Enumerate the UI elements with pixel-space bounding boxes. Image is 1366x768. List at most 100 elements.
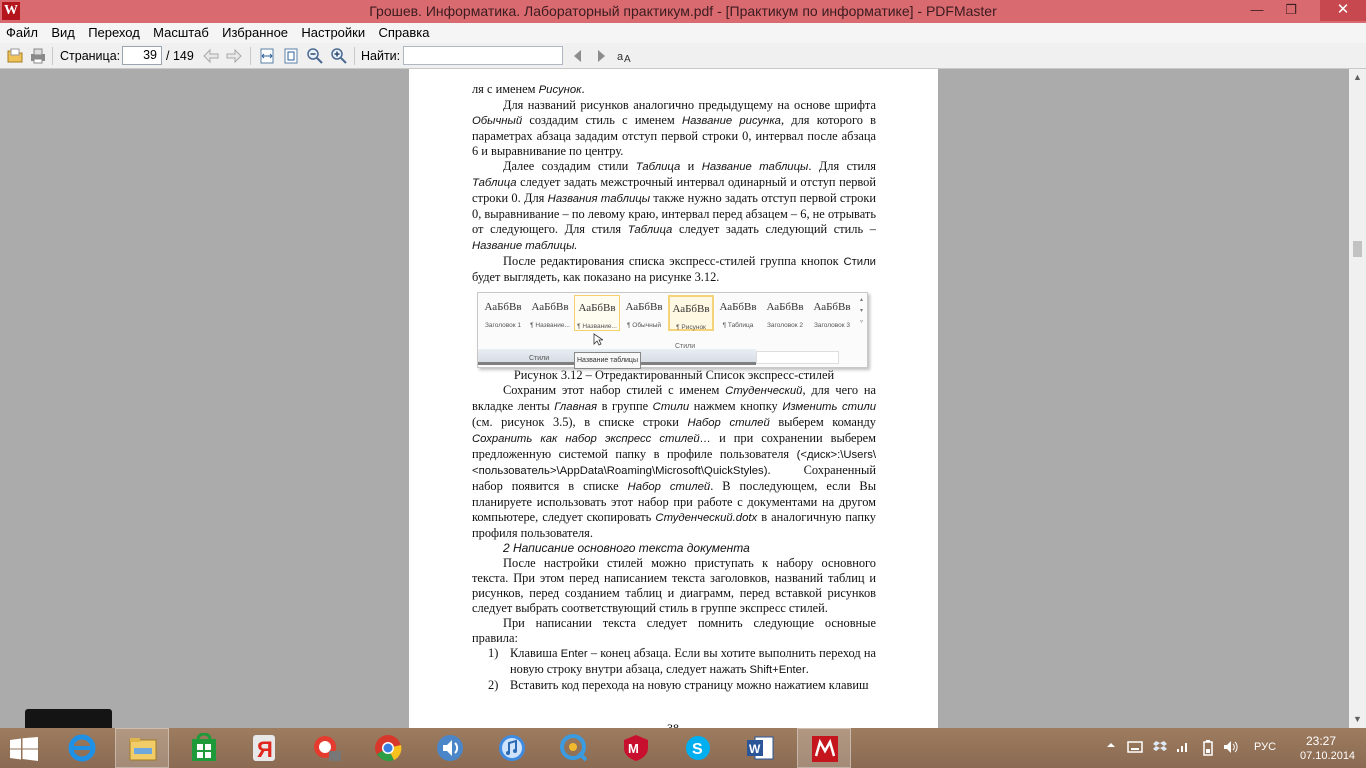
- forward-arrow-icon[interactable]: [225, 47, 243, 65]
- taskbar-skype[interactable]: S: [671, 728, 725, 768]
- clock-time[interactable]: 23:27: [1306, 734, 1336, 748]
- window-title: Грошев. Информатика. Лабораторный практи…: [369, 3, 997, 19]
- figure-quick-styles: АаБбВв Заголовок 1 АаБбВв ¶ Название... Аа…: [477, 292, 868, 369]
- menu-help[interactable]: Справка: [374, 23, 433, 40]
- taskbar-qip[interactable]: [547, 728, 601, 768]
- taskbar-ie[interactable]: [55, 728, 109, 768]
- maximize-button[interactable]: ❐: [1274, 0, 1308, 21]
- open-folder-icon[interactable]: [6, 47, 24, 65]
- taskbar-pdfmaster[interactable]: [797, 728, 851, 768]
- menu-bar: Файл Вид Переход Масштаб Избранное Настр…: [0, 23, 1366, 43]
- list-item: 2) Вставить код перехода на новую страниц…: [488, 678, 869, 692]
- tray-expand-icon[interactable]: [1106, 740, 1116, 750]
- input-language[interactable]: РУС: [1254, 741, 1276, 753]
- taskbar-yandex[interactable]: Я: [237, 728, 291, 768]
- paragraph: ля с именем Рисунок.: [472, 82, 585, 96]
- back-arrow-icon[interactable]: [202, 47, 220, 65]
- figure-bar-label: Стили: [529, 355, 550, 362]
- clock-date[interactable]: 07.10.2014: [1300, 750, 1355, 762]
- zoom-out-icon[interactable]: [306, 47, 324, 65]
- toolbar: Страница: 39 / 149 Найти: aA: [0, 43, 1366, 69]
- fit-page-icon[interactable]: [282, 47, 300, 65]
- toolbar-separator: [52, 47, 53, 65]
- style-gallery-item-selected: АаБбВв ¶ Рисунок: [668, 295, 714, 331]
- page-number-input[interactable]: 39: [122, 46, 162, 65]
- paragraph: Сохраним этот набор стилей с именем Студ…: [472, 383, 877, 540]
- style-gallery-item: АаБбВв ¶ Название...: [574, 295, 620, 331]
- document-viewer[interactable]: ля с именем Рисунок. Для названий рисунк…: [0, 69, 1366, 728]
- network-icon[interactable]: [1175, 740, 1191, 754]
- battery-icon[interactable]: [1201, 740, 1215, 756]
- taskbar-camera[interactable]: [299, 728, 353, 768]
- audio-icon: [437, 735, 463, 761]
- vertical-scrollbar[interactable]: ▲ ▼: [1349, 69, 1366, 728]
- find-previous-icon[interactable]: [569, 47, 587, 65]
- keyboard-icon[interactable]: [1127, 740, 1143, 754]
- menu-file[interactable]: Файл: [2, 23, 42, 40]
- page-label: Страница:: [60, 49, 121, 63]
- menu-zoom[interactable]: Масштаб: [149, 23, 213, 40]
- explorer-icon: [129, 738, 157, 761]
- scroll-down-icon[interactable]: ▼: [1349, 711, 1366, 728]
- menu-go[interactable]: Переход: [84, 23, 144, 40]
- figure-ribbon-bar: [756, 351, 839, 364]
- itunes-icon: [499, 735, 525, 761]
- taskbar-chrome[interactable]: [361, 728, 415, 768]
- chrome-icon: [375, 735, 402, 762]
- svg-text:Я: Я: [257, 737, 273, 762]
- toolbar-separator: [250, 47, 251, 65]
- store-icon: [192, 733, 216, 761]
- figure-tooltip: Название таблицы: [574, 352, 641, 369]
- section-heading: 2 Написание основного текста документа: [503, 541, 750, 555]
- taskbar: Я M S W РУС 23:27 07.10.2014: [0, 728, 1366, 768]
- find-input[interactable]: [403, 46, 563, 65]
- start-button[interactable]: [10, 737, 38, 761]
- gallery-scroll-icon: ▴ ▾ ▿: [859, 297, 863, 325]
- menu-settings[interactable]: Настройки: [297, 23, 369, 40]
- skype-icon: S: [686, 736, 710, 760]
- list-item: 1) Клавиша Enter – конец абзаца. Если вы …: [488, 646, 876, 676]
- page-number: 38: [667, 721, 679, 728]
- taskbar-mcafee[interactable]: M: [609, 728, 663, 768]
- style-gallery-item: АаБбВв ¶ Таблица: [719, 301, 757, 329]
- taskbar-store[interactable]: [177, 728, 231, 768]
- popup-tab: [25, 709, 112, 728]
- scroll-up-icon[interactable]: ▲: [1349, 69, 1366, 86]
- match-case-icon[interactable]: aA: [616, 47, 634, 65]
- find-next-icon[interactable]: [592, 47, 610, 65]
- menu-favorites[interactable]: Избранное: [218, 23, 292, 40]
- zoom-in-icon[interactable]: [330, 47, 348, 65]
- ie-icon: [68, 734, 96, 762]
- find-label: Найти:: [361, 49, 401, 63]
- style-gallery-item: АаБбВв ¶ Название...: [530, 301, 570, 329]
- style-gallery-item: АаБбВв Заголовок 3: [813, 301, 851, 329]
- toolbar-separator: [354, 47, 355, 65]
- svg-text:S: S: [692, 741, 703, 758]
- taskbar-audio[interactable]: [423, 728, 477, 768]
- camera-icon: [314, 736, 341, 761]
- svg-text:A: A: [624, 54, 631, 65]
- paragraph: После настройки стилей можно приступать …: [472, 556, 876, 615]
- minimize-button[interactable]: —: [1240, 0, 1274, 21]
- print-icon[interactable]: [29, 47, 47, 65]
- paragraph: Далее создадим стили Таблица и Название …: [472, 159, 877, 252]
- paragraph: Для названий рисунков аналогично предыду…: [472, 98, 876, 158]
- style-gallery-item: АаБбВв Заголовок 1: [484, 301, 522, 329]
- scroll-thumb[interactable]: [1353, 241, 1362, 257]
- close-button[interactable]: ✕: [1320, 0, 1366, 21]
- taskbar-itunes[interactable]: [485, 728, 539, 768]
- paragraph: После редактирования списка экспресс-сти…: [472, 254, 876, 284]
- taskbar-word[interactable]: W: [733, 728, 787, 768]
- qip-icon: [560, 734, 588, 762]
- menu-view[interactable]: Вид: [47, 23, 79, 40]
- page-text: ля с именем Рисунок. Для названий рисунк…: [472, 82, 876, 693]
- taskbar-explorer[interactable]: [115, 728, 169, 768]
- yandex-icon: Я: [253, 735, 275, 762]
- mcafee-icon: M: [624, 735, 648, 761]
- dropbox-icon[interactable]: [1152, 740, 1168, 754]
- fit-width-icon[interactable]: [258, 47, 276, 65]
- svg-text:a: a: [617, 51, 624, 63]
- style-gallery-item: АаБбВв Заголовок 2: [766, 301, 804, 329]
- svg-text:M: M: [628, 741, 639, 756]
- volume-icon[interactable]: [1223, 740, 1239, 754]
